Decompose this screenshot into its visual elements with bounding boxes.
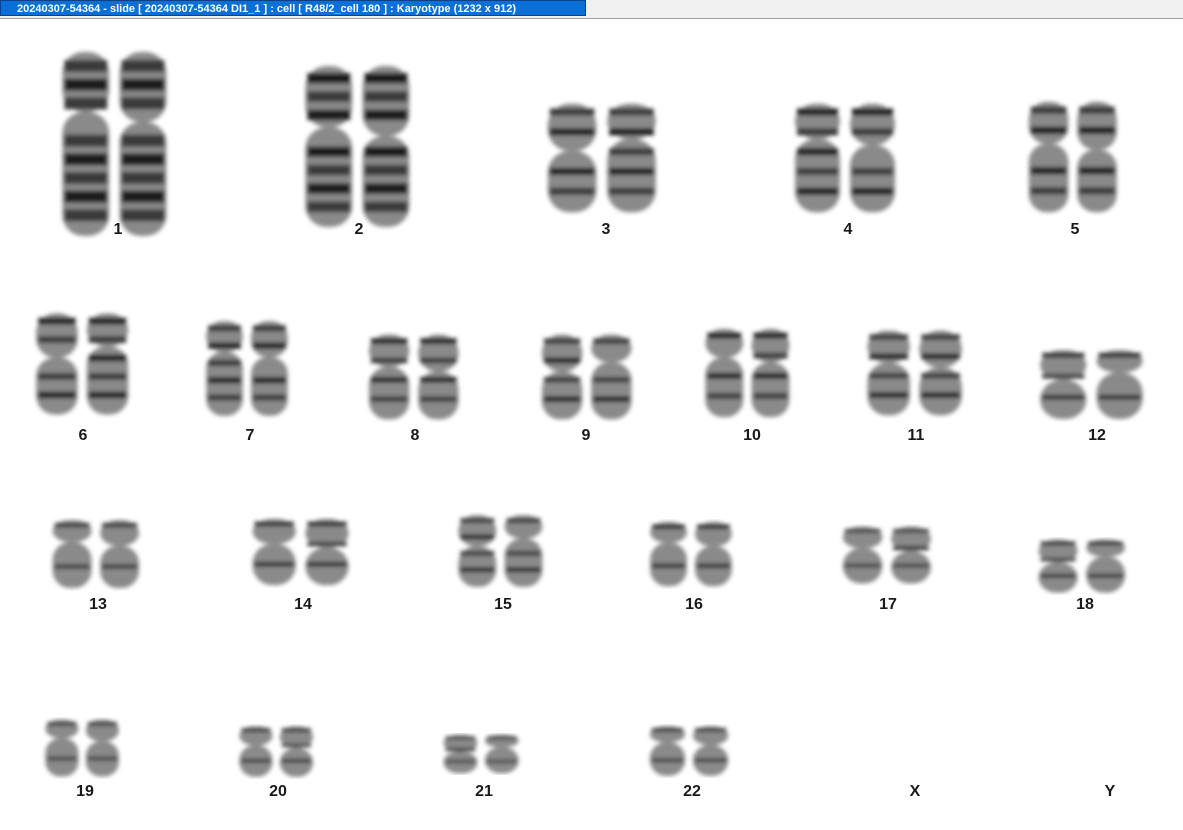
- chromosome-pair-image: [45, 719, 119, 777]
- chromosome-pair-image: [541, 334, 632, 420]
- karyotype-label-17: 17: [879, 596, 897, 613]
- window-titlebar: 20240307-54364 - slide [ 20240307-54364 …: [0, 0, 1183, 19]
- karyotype-label-19: 19: [76, 783, 94, 800]
- chromosome-pair-2[interactable]: [295, 59, 425, 234]
- chromosome-pair-9[interactable]: [533, 331, 645, 423]
- chromosome-pair-image: [458, 515, 543, 587]
- chromosome-pair-13[interactable]: [44, 517, 152, 591]
- karyotype-label-16: 16: [685, 596, 703, 613]
- chromosome-pair-5[interactable]: [1020, 97, 1130, 217]
- karyotype-label-20: 20: [269, 783, 287, 800]
- chromosome-pair-10[interactable]: [697, 325, 802, 421]
- karyotype-label-12: 12: [1088, 427, 1106, 444]
- chromosome-pair-image: [705, 328, 790, 418]
- chromosome-pair-20[interactable]: [232, 724, 324, 779]
- chromosome-pair-image: [52, 519, 140, 589]
- karyotype-label-10: 10: [743, 427, 761, 444]
- karyotype-label-7: 7: [245, 427, 255, 444]
- chromosome-pair-image: [649, 726, 729, 776]
- karyotype-canvas: 1 2 3 4 5 6 7 8 9 10 11 12 13 14 15 16 1…: [0, 19, 1183, 830]
- karyotype-label-9: 9: [581, 427, 591, 444]
- chromosome-pair-image: [443, 734, 519, 774]
- chromosome-pair-image: [867, 330, 962, 416]
- chromosome-pair-image: [795, 103, 895, 213]
- karyotype-label-15: 15: [494, 596, 512, 613]
- karyotype-label-6: 6: [78, 427, 88, 444]
- chromosome-pair-12[interactable]: [1030, 347, 1158, 422]
- chromosome-pair-6[interactable]: [27, 309, 142, 419]
- chromosome-pair-image: [252, 518, 349, 586]
- karyotype-label-21: 21: [475, 783, 493, 800]
- chromosome-pair-image: [1040, 350, 1143, 419]
- chromosome-pair-image: [650, 521, 732, 587]
- chromosome-pair-image: [547, 103, 656, 213]
- chromosome-pair-16[interactable]: [642, 519, 744, 589]
- chromosome-pair-image: [368, 334, 459, 420]
- chromosome-pair-image: [239, 726, 313, 777]
- chromosome-pair-image: [305, 66, 410, 227]
- karyotype-label-4: 4: [843, 221, 853, 238]
- chromosome-pair-14[interactable]: [243, 516, 363, 588]
- chromosome-pair-19[interactable]: [38, 717, 130, 779]
- chromosome-pair-21[interactable]: [436, 733, 530, 775]
- chromosome-pair-18[interactable]: [1030, 537, 1138, 595]
- karyotype-label-14: 14: [294, 596, 312, 613]
- chromosome-pair-image: [206, 321, 288, 416]
- chromosome-pair-image: [842, 526, 931, 584]
- chromosome-pair-7[interactable]: [198, 317, 300, 420]
- chromosome-pair-image: [36, 313, 129, 415]
- chromosome-pair-4[interactable]: [785, 99, 910, 217]
- karyotype-label-18: 18: [1076, 596, 1094, 613]
- chromosome-pair-3[interactable]: [537, 99, 672, 217]
- karyotype-label-13: 13: [89, 596, 107, 613]
- chromosome-pair-image: [1038, 539, 1126, 593]
- chromosome-pair-17[interactable]: [834, 524, 944, 586]
- chromosome-pair-11[interactable]: [858, 327, 976, 419]
- karyotype-label-1: 1: [113, 221, 123, 238]
- chromosome-pair-8[interactable]: [360, 331, 472, 423]
- karyotype-label-x: X: [909, 783, 921, 800]
- karyotype-label-5: 5: [1070, 221, 1080, 238]
- karyotype-label-11: 11: [907, 427, 925, 444]
- chromosome-pair-image: [62, 52, 167, 236]
- karyotype-label-y: Y: [1104, 783, 1116, 800]
- karyotype-label-8: 8: [410, 427, 420, 444]
- karyotype-label-3: 3: [601, 221, 611, 238]
- chromosome-pair-1[interactable]: [52, 44, 182, 244]
- chromosome-pair-15[interactable]: [450, 512, 555, 590]
- window-title[interactable]: 20240307-54364 - slide [ 20240307-54364 …: [0, 0, 586, 16]
- karyotype-label-2: 2: [354, 221, 364, 238]
- chromosome-pair-22[interactable]: [642, 724, 740, 778]
- karyotype-label-22: 22: [683, 783, 701, 800]
- chromosome-pair-image: [1028, 101, 1117, 213]
